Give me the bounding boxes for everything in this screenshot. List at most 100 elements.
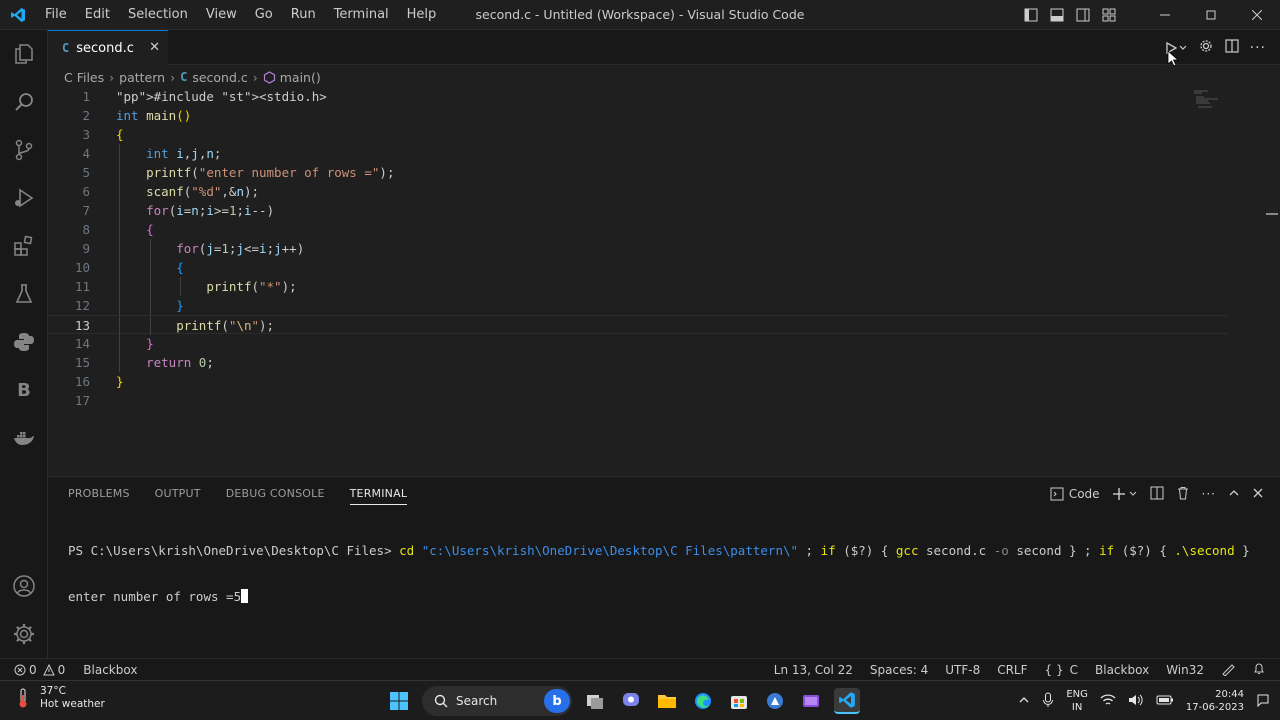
- code-line[interactable]: 5 printf("enter number of rows =");: [48, 163, 1228, 182]
- menu-selection[interactable]: Selection: [119, 0, 197, 30]
- code-line[interactable]: 17: [48, 391, 1228, 410]
- code-line[interactable]: 6 scanf("%d",&n);: [48, 182, 1228, 201]
- terminal-text: ;: [798, 543, 821, 558]
- menu-edit[interactable]: Edit: [76, 0, 119, 30]
- code-line[interactable]: 7 for(i=n;i>=1;i--): [48, 201, 1228, 220]
- edge-browser-icon[interactable]: [690, 688, 716, 714]
- close-panel-icon[interactable]: [1252, 487, 1264, 502]
- battery-icon[interactable]: [1156, 694, 1174, 709]
- more-actions-icon[interactable]: ···: [1250, 40, 1266, 56]
- blackbox-status-right[interactable]: Blackbox: [1095, 663, 1149, 677]
- split-editor-icon[interactable]: [1224, 38, 1240, 58]
- run-code-button[interactable]: [1164, 41, 1188, 67]
- maximize-panel-chevron-up-icon[interactable]: [1228, 487, 1240, 502]
- testing-icon[interactable]: [0, 270, 48, 318]
- menu-run[interactable]: Run: [282, 0, 325, 30]
- vscode-taskbar-icon[interactable]: [834, 688, 860, 714]
- tab-close-icon[interactable]: ✕: [149, 40, 160, 55]
- terminal-output[interactable]: PS C:\Users\krish\OneDrive\Desktop\C Fil…: [68, 513, 1250, 635]
- notification-center-icon[interactable]: [1256, 693, 1270, 710]
- indentation[interactable]: Spaces: 4: [870, 663, 928, 677]
- wifi-icon[interactable]: [1100, 693, 1116, 710]
- feedback-icon[interactable]: [1221, 662, 1235, 679]
- toggle-panel-icon[interactable]: [1044, 0, 1070, 30]
- toggle-secondary-sidebar-icon[interactable]: [1070, 0, 1096, 30]
- breadcrumb-file[interactable]: second.c: [192, 70, 247, 85]
- blackbox-status-left[interactable]: Blackbox: [83, 663, 137, 677]
- code-line[interactable]: 8 {: [48, 220, 1228, 239]
- code-line[interactable]: 9 for(j=1;j<=i;j++): [48, 239, 1228, 258]
- code-line[interactable]: 10 {: [48, 258, 1228, 277]
- menu-file[interactable]: File: [36, 0, 76, 30]
- close-window-button[interactable]: [1234, 0, 1280, 30]
- taskbar-search[interactable]: Search b: [422, 686, 572, 716]
- terminal-text: }: [1234, 543, 1250, 558]
- split-terminal-icon[interactable]: [1150, 486, 1164, 503]
- menu-view[interactable]: View: [197, 0, 246, 30]
- code-line[interactable]: 13 printf("\n");: [48, 315, 1228, 335]
- teams-chat-icon[interactable]: [618, 688, 644, 714]
- clock[interactable]: 20:44 17-06-2023: [1186, 688, 1244, 714]
- breadcrumb-folder-c-files[interactable]: C Files: [64, 70, 104, 85]
- end-of-line[interactable]: CRLF: [997, 663, 1027, 677]
- maximize-button[interactable]: [1188, 0, 1234, 30]
- show-hidden-icons-chevron-up-icon[interactable]: [1018, 694, 1030, 709]
- notifications-bell-icon[interactable]: [1252, 662, 1266, 679]
- source-control-icon[interactable]: [0, 126, 48, 174]
- code-line[interactable]: 3{: [48, 125, 1228, 144]
- kill-terminal-trash-icon[interactable]: [1176, 486, 1190, 503]
- terminal-profile-selector[interactable]: Code: [1050, 487, 1100, 501]
- menu-terminal[interactable]: Terminal: [325, 0, 398, 30]
- python-icon[interactable]: [0, 318, 48, 366]
- code-line[interactable]: 11 printf("*");: [48, 277, 1228, 296]
- code-line[interactable]: 12 }: [48, 296, 1228, 315]
- blackbox-b-icon[interactable]: B: [0, 366, 48, 414]
- line-number: 13: [74, 318, 90, 333]
- code-line[interactable]: 4 int i,j,n;: [48, 144, 1228, 163]
- volume-icon[interactable]: [1128, 693, 1144, 710]
- docker-icon[interactable]: [0, 414, 48, 462]
- code-line[interactable]: 2 int main(): [48, 106, 1228, 125]
- language-indicator[interactable]: ENG IN: [1066, 688, 1088, 714]
- breadcrumb-symbol[interactable]: main(): [280, 70, 321, 85]
- menu-go[interactable]: Go: [246, 0, 282, 30]
- minimize-button[interactable]: [1142, 0, 1188, 30]
- task-view-icon[interactable]: [582, 688, 608, 714]
- code-line[interactable]: 14 }: [48, 334, 1228, 353]
- menu-help[interactable]: Help: [398, 0, 446, 30]
- tab-debug-console[interactable]: DEBUG CONSOLE: [226, 477, 325, 511]
- windows-start-icon[interactable]: [386, 688, 412, 714]
- customize-layout-icon[interactable]: [1096, 0, 1122, 30]
- code-editor[interactable]: 1 "pp">#include "st"><stdio.h> 2 int main()…: [48, 87, 1280, 475]
- tab-output[interactable]: OUTPUT: [155, 477, 201, 511]
- accounts-icon[interactable]: [0, 562, 48, 610]
- file-explorer-icon[interactable]: [654, 688, 680, 714]
- microsoft-store-icon[interactable]: [726, 688, 752, 714]
- encoding[interactable]: UTF-8: [945, 663, 980, 677]
- explorer-icon[interactable]: [0, 30, 48, 78]
- code-line[interactable]: 16}: [48, 372, 1228, 391]
- breadcrumb-folder-pattern[interactable]: pattern: [119, 70, 165, 85]
- language-mode[interactable]: { } C: [1045, 663, 1078, 677]
- cursor-position[interactable]: Ln 13, Col 22: [774, 663, 853, 677]
- search-icon[interactable]: [0, 78, 48, 126]
- tab-second-c[interactable]: C second.c ✕: [48, 30, 168, 65]
- weather-widget[interactable]: 37°C Hot weather: [14, 685, 105, 711]
- toggle-primary-sidebar-icon[interactable]: [1018, 0, 1044, 30]
- app-icon[interactable]: [762, 688, 788, 714]
- tab-problems[interactable]: PROBLEMS: [68, 477, 130, 511]
- problems-status[interactable]: 0 0: [14, 663, 65, 677]
- platform[interactable]: Win32: [1166, 663, 1204, 677]
- manage-gear-icon[interactable]: [0, 610, 48, 658]
- microphone-icon[interactable]: [1042, 692, 1054, 711]
- code-line[interactable]: 1 "pp">#include "st"><stdio.h>: [48, 87, 1228, 106]
- code-line[interactable]: 15 return 0;: [48, 353, 1228, 372]
- tab-terminal[interactable]: TERMINAL: [349, 484, 408, 505]
- minimap[interactable]: [1192, 90, 1222, 110]
- settings-gear-icon[interactable]: [1198, 38, 1214, 58]
- new-terminal-plus-icon[interactable]: [1112, 487, 1138, 501]
- extensions-icon[interactable]: [0, 222, 48, 270]
- more-actions-icon[interactable]: ···: [1202, 487, 1216, 501]
- run-and-debug-icon[interactable]: [0, 174, 48, 222]
- media-app-icon[interactable]: [798, 688, 824, 714]
